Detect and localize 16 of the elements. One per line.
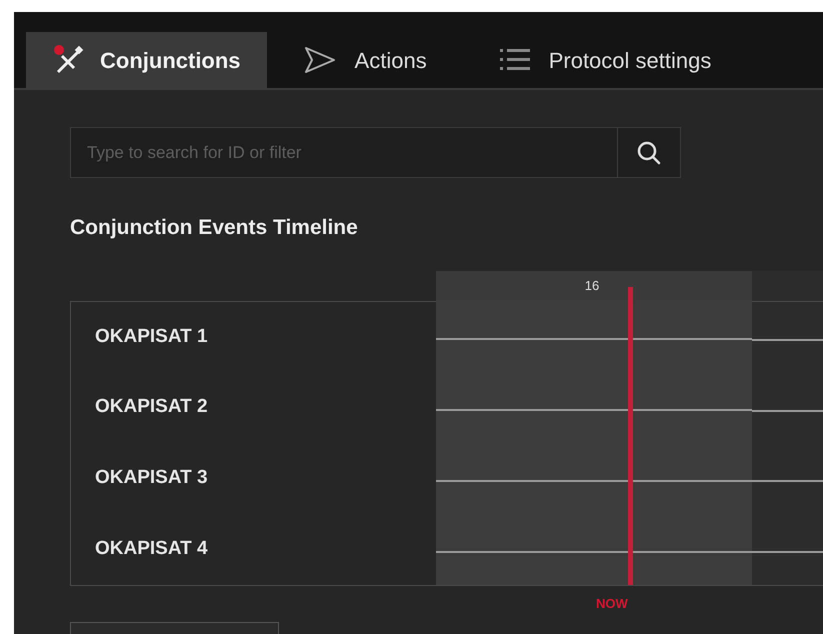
tab[interactable]: Conjunctions — [26, 32, 267, 88]
now-label: NOW — [596, 594, 629, 612]
send-icon — [302, 45, 337, 75]
list-icon — [498, 47, 531, 73]
satellite-name: OKAPISAT 4 — [95, 536, 208, 561]
satellite-name: OKAPISAT 2 — [95, 395, 208, 420]
section-title: Conjunction Events Timeline — [70, 215, 359, 241]
satellite-name: OKAPISAT 3 — [95, 466, 208, 490]
satellite-icon — [52, 44, 86, 76]
search-button[interactable] — [618, 127, 681, 178]
tab[interactable]: Actions — [266, 32, 463, 88]
search-icon — [636, 140, 662, 166]
column-header: 16 — [436, 270, 752, 300]
tab[interactable]: Protocol settings — [462, 32, 748, 88]
search-field[interactable]: Type to search for ID or filter — [70, 127, 618, 178]
satellite-name: OKAPISAT 1 — [95, 324, 208, 349]
